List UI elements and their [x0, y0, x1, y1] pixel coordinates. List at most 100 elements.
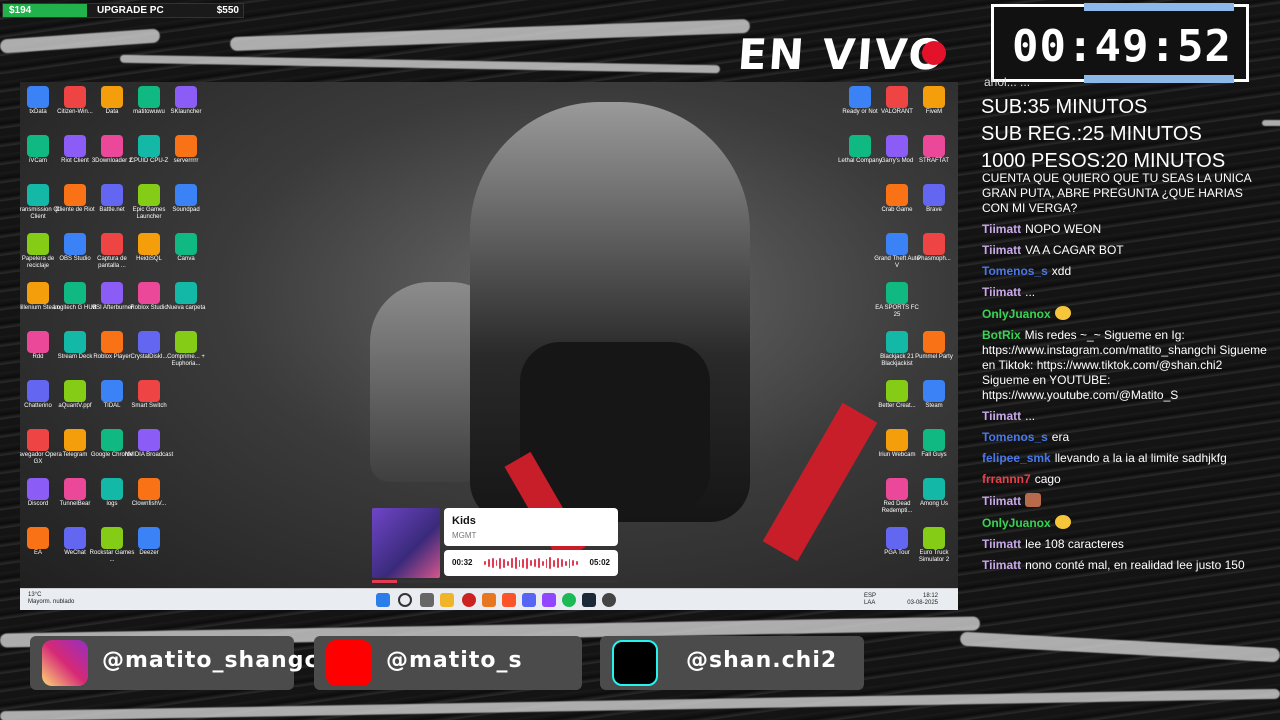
desktop-icon-label: Soundpad [172, 207, 200, 213]
desktop-icon-label: Euro Truck Simulator 2 [918, 550, 950, 563]
chat-text: NOPO WEON [1025, 222, 1102, 236]
brave-icon[interactable] [502, 593, 516, 607]
desktop-icon[interactable]: Brave [909, 184, 958, 214]
desktop-icon-label: ClownfishV... [131, 501, 167, 507]
desktop-icon-label: TunnelBear [59, 501, 91, 507]
app-icon [101, 331, 123, 353]
desktop-icon[interactable]: FiveM [909, 86, 958, 116]
search-icon[interactable] [398, 593, 412, 607]
chat-message: Tiimatt NOPO WEON [982, 222, 1272, 237]
clock-time: 18:12 [922, 593, 938, 599]
chat-text: Mis redes ~_~ Sigueme en Ig: https://www… [982, 328, 1267, 402]
chat-message: Tomenos_s era [982, 430, 1272, 445]
chat-username[interactable]: felipee_smk [982, 451, 1051, 465]
app-icon [138, 380, 160, 402]
chat-username[interactable]: Tiimatt [982, 537, 1021, 551]
chat-username[interactable]: OnlyJuanox [982, 516, 1051, 530]
language-indicator[interactable]: ESP LAA [864, 593, 876, 607]
desktop-icon[interactable]: Comprime... + Euphoria... [161, 331, 211, 368]
desktop-icon-label: Fall Guys [921, 452, 947, 458]
desktop-icon-label: Riot Client [61, 158, 89, 164]
app-icon [886, 527, 908, 549]
instagram-handle: @matito_shangchi [102, 648, 344, 673]
chat-username[interactable]: Tiimatt [982, 222, 1021, 236]
live-label: EN VIVO [736, 30, 948, 79]
weather-widget[interactable]: 13°C Mayorm. nublado [28, 592, 74, 606]
taskbar-clock[interactable]: 18:12 03-08-2025 [907, 593, 938, 607]
desktop-icon[interactable]: NVIDIA Broadcast [124, 429, 174, 459]
app-icon [138, 527, 160, 549]
desktop-icon[interactable]: Deezer [124, 527, 174, 557]
obs-icon[interactable] [602, 593, 616, 607]
timer-value: 00:49:52 [1012, 21, 1232, 72]
chat-message: felipee_smk llevando a la ia al limite sa… [982, 451, 1272, 466]
desktop-icon[interactable]: Fall Guys [909, 429, 958, 459]
desktop-icon-label: Deezer [139, 550, 159, 556]
chat-username[interactable]: frrannn7 [982, 472, 1031, 486]
chat-username[interactable]: Tiimatt [982, 285, 1021, 299]
desktop-icon[interactable]: Among Us [909, 478, 958, 508]
desktop-icon[interactable]: serverrrrr [161, 135, 211, 165]
desktop-icon[interactable]: ClownfishV... [124, 478, 174, 508]
desktop-icon[interactable]: Nueva carpeta [161, 282, 211, 312]
emote-icon [1025, 493, 1042, 507]
chat-username[interactable]: Tomenos_s [982, 430, 1048, 444]
app-icon [923, 135, 945, 157]
desktop-icon[interactable]: Smart Switch [124, 380, 174, 410]
desktop-icon-label: EA [33, 550, 42, 556]
app-icon [64, 429, 86, 451]
desktop-icon-label: Comprime... + Euphoria... [167, 354, 205, 367]
task-view-icon[interactable] [420, 593, 434, 607]
app-icon [175, 282, 197, 304]
chat-message: Tiimatt... [982, 409, 1272, 424]
chat-username[interactable]: Tiimatt [982, 494, 1021, 508]
app-icon [886, 380, 908, 402]
file-explorer-icon[interactable] [440, 593, 454, 607]
discord-icon[interactable] [522, 593, 536, 607]
desktop-icon[interactable]: Euro Truck Simulator 2 [909, 527, 958, 564]
track-artist: MGMT [452, 531, 477, 540]
desktop-icon-label: Canva [177, 256, 195, 262]
chat-username[interactable]: OnlyJuanox [982, 307, 1051, 321]
windows-taskbar: 13°C Mayorm. nublado ESP LAA 18:12 03-08-… [20, 588, 958, 610]
chat-username[interactable]: Tiimatt [982, 558, 1021, 572]
desktop-icon-label: Crab Game [881, 207, 913, 213]
chat-message: CUENTA QUE QUIERO QUE TU SEAS LA UNICA G… [982, 171, 1272, 216]
app-icon [886, 233, 908, 255]
desktop-icon[interactable]: Canva [161, 233, 211, 263]
app-icon [101, 282, 123, 304]
opera-gx-icon[interactable] [462, 593, 476, 607]
app-icon [923, 184, 945, 206]
app-icon [886, 331, 908, 353]
desktop-icon-label: serverrrrr [173, 158, 199, 164]
spotify-icon[interactable] [562, 593, 576, 607]
app-icon[interactable] [482, 593, 496, 607]
youtube-handle: @matito_s [386, 648, 523, 673]
clock-date: 03-08-2025 [907, 600, 938, 606]
desktop-icon[interactable]: Steam [909, 380, 958, 410]
app-icon [923, 86, 945, 108]
desktop-icon[interactable]: SKlauncher [161, 86, 211, 116]
app-icon [64, 282, 86, 304]
live-dot-icon [922, 41, 946, 65]
steam-icon[interactable] [582, 593, 596, 607]
album-art [372, 508, 440, 578]
goal-label: UPGRADE PC [97, 5, 164, 16]
desktop-icon[interactable]: Phasmoph... [909, 233, 958, 263]
desktop-icon[interactable]: Pummel Party [909, 331, 958, 361]
chat-username[interactable]: Tiimatt [982, 409, 1021, 423]
desktop-icon[interactable]: Soundpad [161, 184, 211, 214]
chat-username[interactable]: Tomenos_s [982, 264, 1048, 278]
twitch-icon[interactable] [542, 593, 556, 607]
desktop-icon-label: logs [106, 501, 118, 507]
chat-message: BotRix Mis redes ~_~ Sigueme en Ig: https… [982, 328, 1272, 403]
start-icon[interactable] [376, 593, 390, 607]
emote-icon [1054, 306, 1071, 320]
chat-username[interactable]: BotRix [982, 328, 1021, 342]
desktop-icon[interactable]: EA SPORTS FC 25 [872, 282, 922, 319]
desktop-icon[interactable]: STRAFTAT [909, 135, 958, 165]
app-icon [849, 86, 871, 108]
chat-username[interactable]: Tiimatt [982, 243, 1021, 257]
chat-message: Tiimatt lee 108 caracteres [982, 537, 1272, 552]
desktop-icon-label: OBS Studio [59, 256, 91, 262]
